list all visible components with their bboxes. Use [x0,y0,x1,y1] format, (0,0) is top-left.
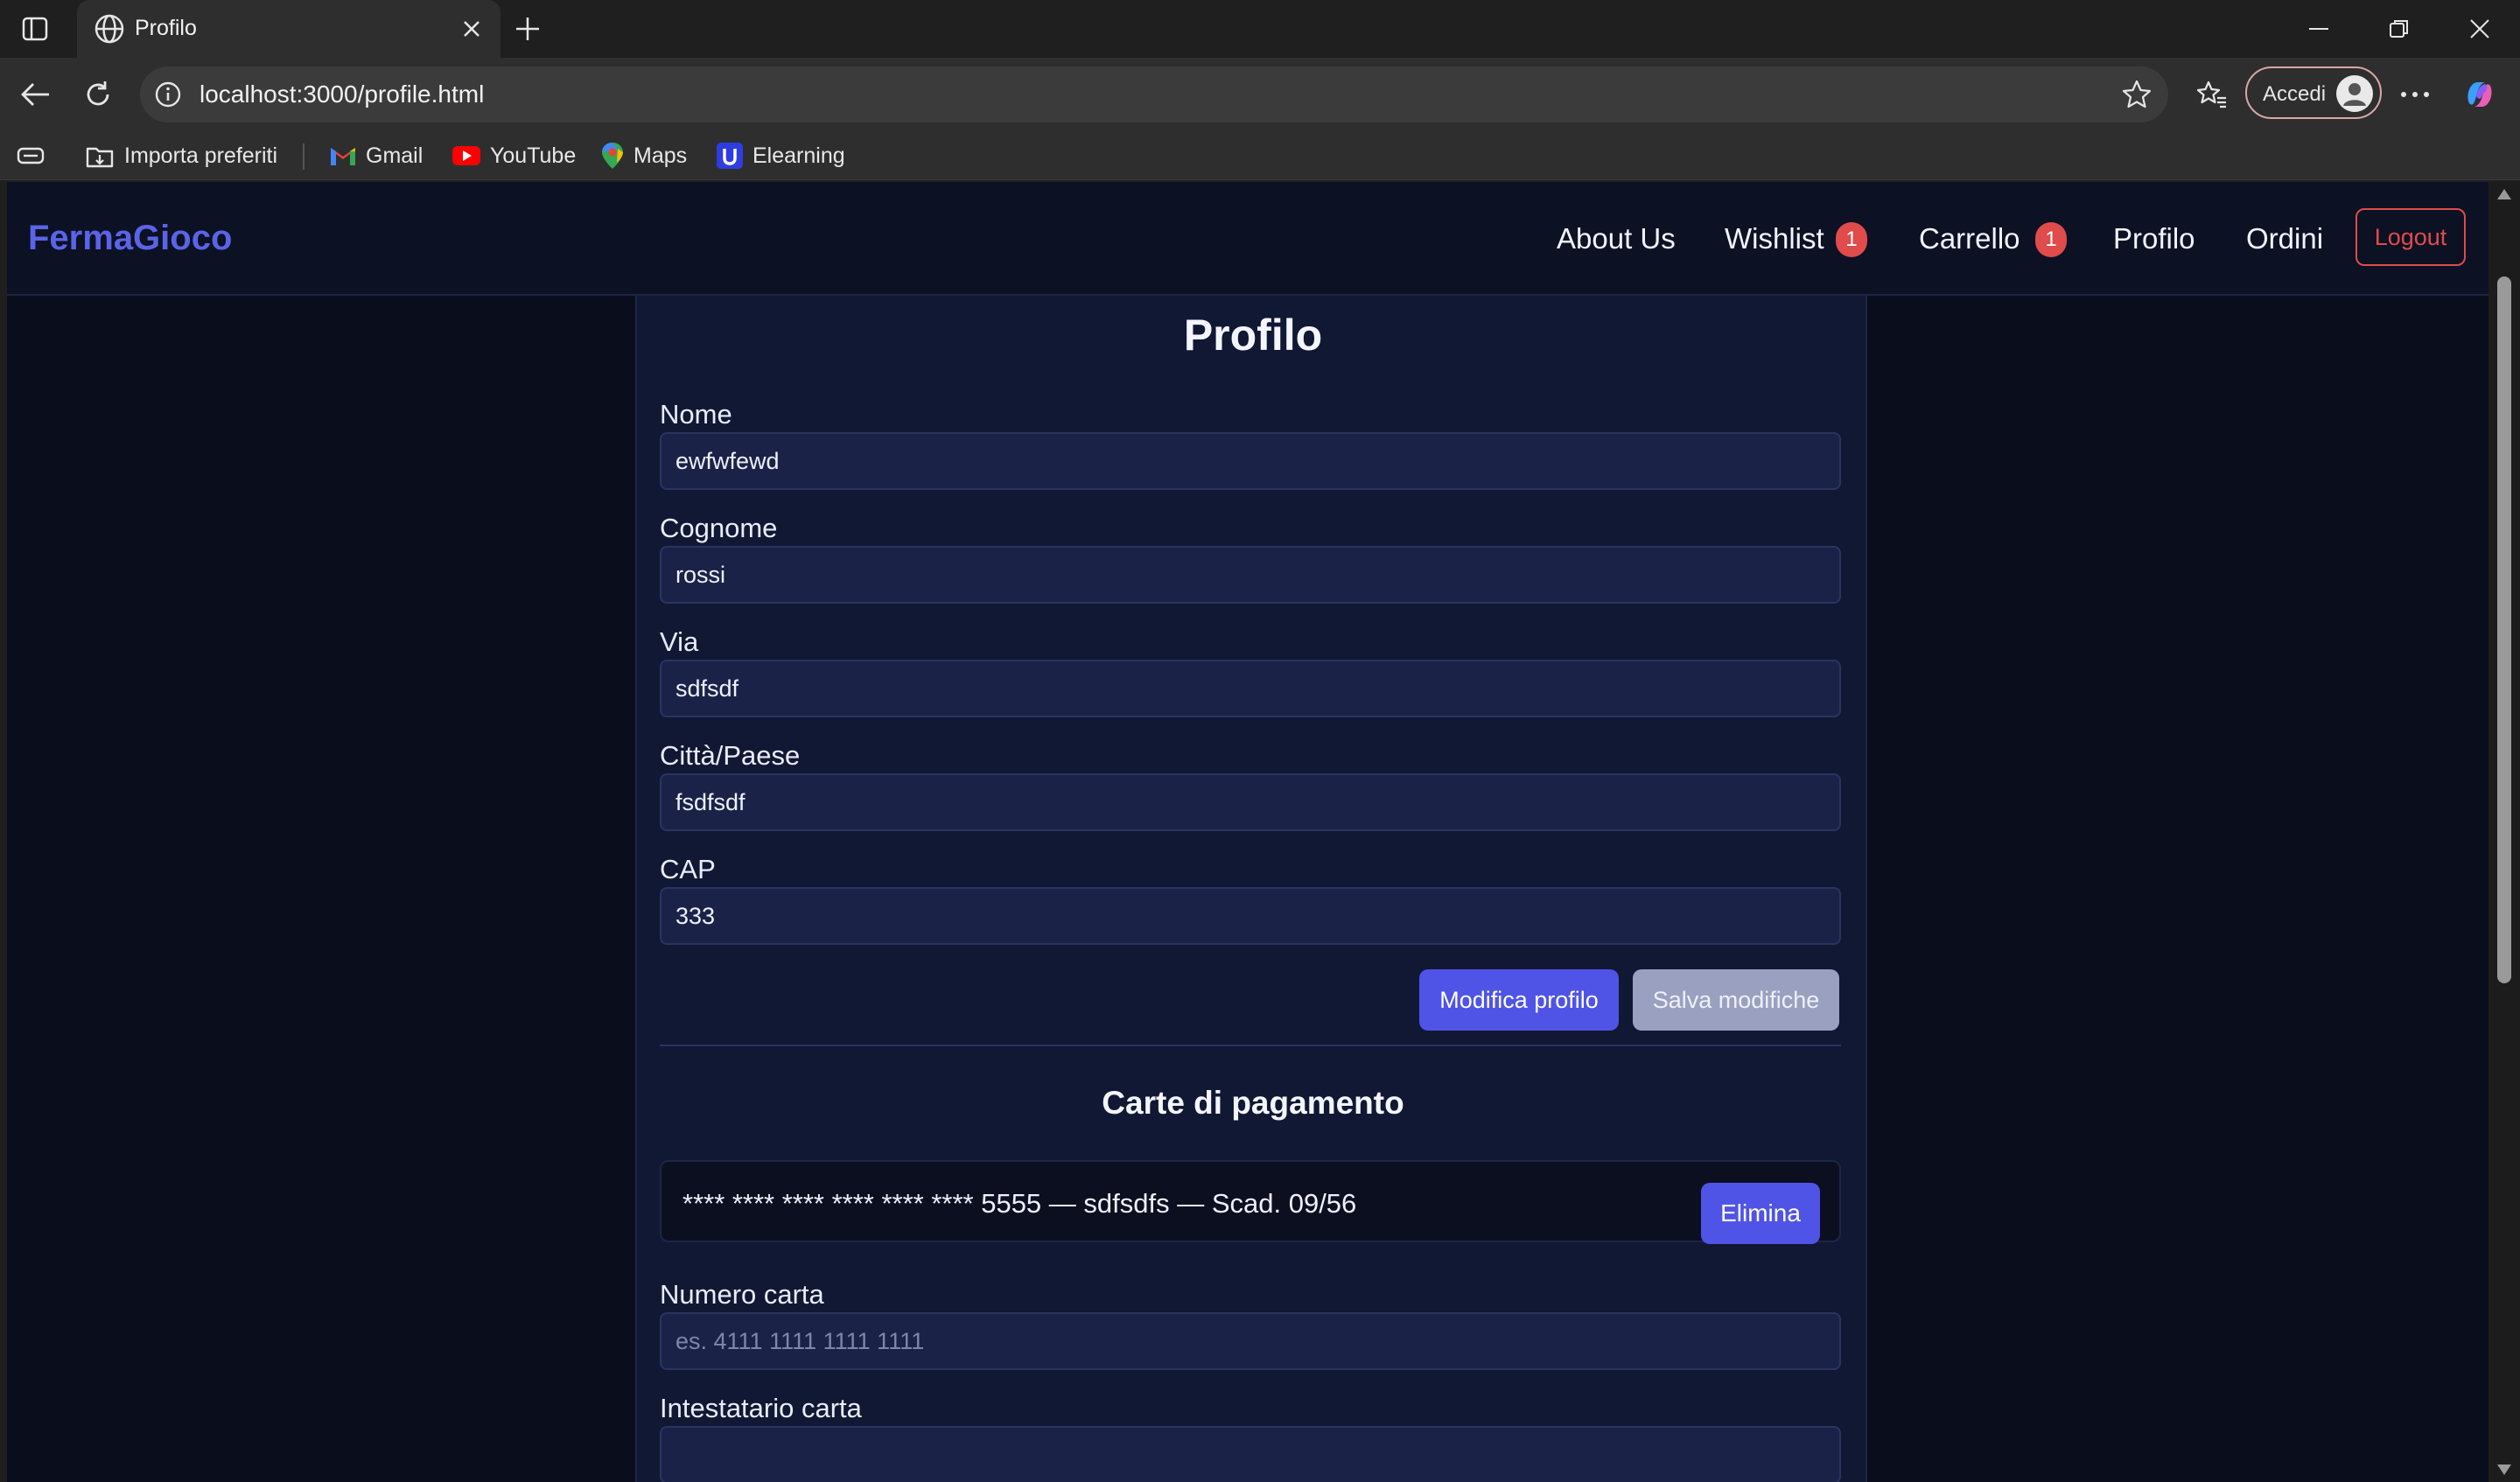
profile-avatar-icon [2336,75,2373,112]
saved-card-details: **** **** **** **** **** **** 5555 — sdf… [682,1188,1357,1219]
via-field[interactable]: sdfsdf [660,660,1841,717]
bookmark-gmail[interactable]: Gmail [329,140,423,171]
bookmark-elearning[interactable]: Elearning [716,140,845,171]
nav-cart[interactable]: Carrello [1919,222,2020,255]
card-holder-label: Intestatario carta [660,1393,862,1423]
bookmark-import-label: Importa preferiti [124,143,278,168]
tab-actions-icon[interactable] [18,14,52,44]
bookmark-elearning-label: Elearning [752,143,845,168]
cap-label: CAP [660,854,716,884]
browser-toolbar: localhost:3000/profile.html Accedi [0,58,2520,131]
bookmark-maps[interactable]: Maps [600,140,687,171]
browser-tab-bar: Profilo [0,0,2520,58]
cognome-field[interactable]: rossi [660,546,1841,604]
bookmark-youtube[interactable]: YouTube [452,140,576,171]
payment-cards-title: Carte di pagamento [1102,1085,1404,1121]
card-number-label: Numero carta [660,1279,824,1310]
nav-about-us[interactable]: About Us [1557,222,1676,255]
bookmarks-bar: Importa preferiti Gmail YouTube Maps Ele… [0,131,2520,180]
new-tab-icon[interactable] [511,12,544,45]
citta-field[interactable]: fsdfsdf [660,773,1841,831]
cap-field[interactable]: 333 [660,887,1841,945]
bookmark-maps-label: Maps [634,143,688,168]
card-holder-field[interactable] [660,1426,1841,1482]
save-changes-button[interactable]: Salva modifiche [1633,969,1839,1031]
reload-icon[interactable] [79,75,117,114]
minimize-icon[interactable] [2301,12,2336,45]
profile-card: Profilo Nome ewfwfewd Cognome rossi Via … [635,248,1867,1482]
url-text: localhost:3000/profile.html [200,80,485,108]
youtube-icon [452,146,480,165]
nome-label: Nome [660,399,732,430]
import-icon [86,147,114,168]
scrollbar-thumb[interactable] [2497,276,2511,983]
scroll-down-arrow-icon[interactable] [2497,1465,2511,1475]
bookmark-gmail-label: Gmail [366,143,424,168]
active-tab[interactable]: Profilo [77,0,500,58]
card-number-field[interactable]: es. 4111 1111 1111 1111 [660,1312,1841,1370]
cart-count-badge: 1 [2035,222,2067,257]
delete-card-button[interactable]: Elimina [1701,1183,1820,1244]
bookmark-import[interactable]: Importa preferiti [84,140,277,171]
sign-in-label: Accedi [2263,82,2327,106]
scroll-up-arrow-icon[interactable] [2497,189,2511,199]
favorite-star-icon[interactable] [2121,79,2152,110]
maps-pin-icon [602,143,623,169]
bookmark-youtube-label: YouTube [490,143,577,168]
nav-wishlist[interactable]: Wishlist [1725,222,1824,255]
site-header: FermaGioco About Us Wishlist 1 Carrello … [7,182,2488,296]
nome-field[interactable]: ewfwfewd [660,432,1841,490]
globe-icon [93,12,126,45]
elearning-icon [717,143,743,169]
site-info-icon[interactable] [152,79,184,110]
page-title: Profilo [1183,311,1323,360]
address-bar[interactable]: localhost:3000/profile.html [140,66,2168,122]
copilot-icon[interactable] [2462,77,2497,112]
wishlist-count-badge: 1 [1836,222,1867,257]
cognome-label: Cognome [660,513,778,543]
page-scrollbar[interactable] [2488,182,2520,1482]
logout-button[interactable]: Logout [2356,208,2466,266]
sign-in-button[interactable]: Accedi [2245,66,2382,119]
tab-title: Profilo [135,16,197,40]
gmail-icon [331,148,355,165]
section-divider [660,1045,1841,1046]
brand-logo[interactable]: FermaGioco [28,219,232,258]
via-label: Via [660,626,699,657]
close-icon[interactable] [457,14,486,44]
more-options-icon[interactable] [2398,77,2432,112]
favorites-icon[interactable] [2194,77,2230,112]
tab-collections-icon[interactable] [16,140,46,171]
nav-orders[interactable]: Ordini [2246,222,2323,255]
citta-label: Città/Paese [660,740,801,771]
restore-icon[interactable] [2382,12,2417,45]
saved-card-item: **** **** **** **** **** **** 5555 — sdf… [660,1160,1841,1244]
page-viewport: FermaGioco About Us Wishlist 1 Carrello … [7,182,2488,1482]
bookmarks-divider [303,143,304,170]
window-close-icon[interactable] [2462,12,2497,45]
nav-profile[interactable]: Profilo [2113,222,2195,255]
back-arrow-icon[interactable] [16,75,54,114]
edit-profile-button[interactable]: Modifica profilo [1419,969,1619,1031]
